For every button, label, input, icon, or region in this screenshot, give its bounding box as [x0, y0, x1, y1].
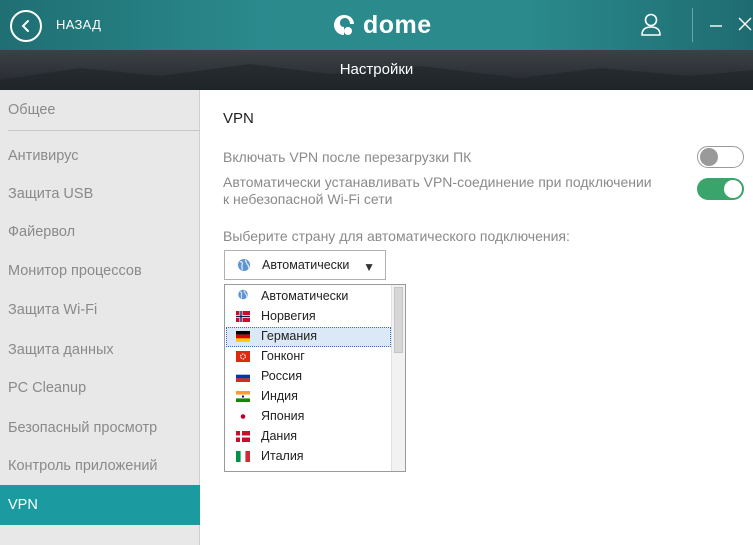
flag-japan-icon: [236, 411, 250, 422]
country-option-label: Россия: [261, 369, 302, 383]
sidebar-item-data-protection[interactable]: Защита данных: [0, 330, 200, 370]
flag-italy-icon: [236, 451, 250, 462]
flag-norway-icon: [236, 311, 250, 322]
country-option-india[interactable]: Индия: [226, 387, 391, 407]
country-option-label: Автоматически: [261, 289, 349, 303]
flag-india-icon: [236, 391, 250, 402]
country-dropdown-list[interactable]: Автоматически Норвегия Германия Гонконг …: [224, 284, 406, 472]
dome-logo-icon: [334, 15, 354, 35]
page-title: Настройки: [339, 61, 414, 78]
flag-denmark-icon: [236, 431, 250, 442]
country-option-label: Норвегия: [261, 309, 316, 323]
toggle-knob: [700, 147, 718, 166]
sidebar-item-antivirus[interactable]: Антивирус: [0, 136, 200, 176]
sidebar-item-process-monitor[interactable]: Монитор процессов: [0, 251, 200, 291]
country-option-germany[interactable]: Германия: [226, 327, 391, 347]
country-option-denmark[interactable]: Дания: [226, 427, 391, 447]
minimize-button[interactable]: [708, 14, 726, 36]
auto-connect-label-line1: Автоматически устанавливать VPN-соединен…: [223, 174, 652, 190]
globe-icon: [238, 259, 250, 271]
country-option-label: Дания: [261, 429, 298, 443]
country-option-italy[interactable]: Италия: [226, 447, 391, 467]
auto-connect-label-line2: к небезопасной Wi-Fi сети: [223, 191, 393, 207]
sidebar-item-wifi[interactable]: Защита Wi-Fi: [0, 290, 200, 330]
auto-connect-toggle[interactable]: [697, 178, 744, 200]
country-option-hongkong[interactable]: Гонконг: [226, 347, 391, 367]
restart-option-label: Включать VPN после перезагрузки ПК: [223, 149, 472, 165]
country-option-label: Германия: [261, 329, 318, 343]
sidebar-item-app-control[interactable]: Контроль приложений: [0, 446, 200, 486]
app-logo: dome: [331, 10, 432, 40]
country-prompt: Выберите страну для автоматического подк…: [223, 228, 570, 244]
settings-header: Настройки: [0, 50, 753, 90]
close-icon: [738, 17, 752, 31]
sidebar-item-safe-browsing[interactable]: Безопасный просмотр: [0, 408, 200, 448]
dropdown-arrow-icon: ▼: [363, 260, 375, 274]
sidebar-item-usb[interactable]: Защита USB: [0, 174, 200, 214]
toggle-knob: [724, 180, 742, 198]
country-option-label: Япония: [261, 409, 305, 423]
user-icon: [641, 13, 661, 36]
flag-russia-icon: [236, 371, 250, 382]
sidebar-item-vpn[interactable]: VPN: [0, 485, 200, 525]
sidebar: Общее Антивирус Защита USB Файервол Мони…: [0, 90, 200, 545]
dropdown-scrollbar[interactable]: [391, 285, 405, 471]
country-select[interactable]: Автоматически ▼: [224, 250, 386, 280]
flag-germany-icon: [236, 331, 250, 342]
back-label[interactable]: НАЗАД: [56, 17, 101, 32]
logo-text: dome: [363, 10, 432, 39]
country-option-japan[interactable]: Япония: [226, 407, 391, 427]
country-option-auto[interactable]: Автоматически: [226, 287, 391, 307]
country-select-value: Автоматически: [262, 258, 350, 272]
country-option-label: Италия: [261, 449, 304, 463]
close-button[interactable]: [735, 14, 753, 36]
country-option-russia[interactable]: Россия: [226, 367, 391, 387]
globe-icon: [238, 289, 248, 300]
country-option-label: Индия: [261, 389, 298, 403]
section-title: VPN: [223, 110, 254, 127]
titlebar-divider: [692, 8, 693, 42]
minimize-icon: [710, 25, 722, 27]
restart-vpn-toggle[interactable]: [697, 146, 744, 168]
scrollbar-thumb[interactable]: [394, 287, 403, 353]
chevron-left-icon: [21, 20, 29, 32]
back-button[interactable]: [10, 10, 42, 42]
flag-hongkong-icon: [236, 351, 250, 362]
sidebar-item-firewall[interactable]: Файервол: [0, 212, 200, 252]
title-bar: НАЗАД dome: [0, 0, 753, 50]
sidebar-item-pc-cleanup[interactable]: PC Cleanup: [0, 368, 200, 408]
sidebar-divider: [8, 130, 200, 131]
user-button[interactable]: [640, 13, 668, 39]
sidebar-item-general[interactable]: Общее: [0, 90, 200, 130]
country-option-norway[interactable]: Норвегия: [226, 307, 391, 327]
vpn-settings-panel: VPN Включать VPN после перезагрузки ПК А…: [200, 90, 753, 545]
country-option-label: Гонконг: [261, 349, 305, 363]
